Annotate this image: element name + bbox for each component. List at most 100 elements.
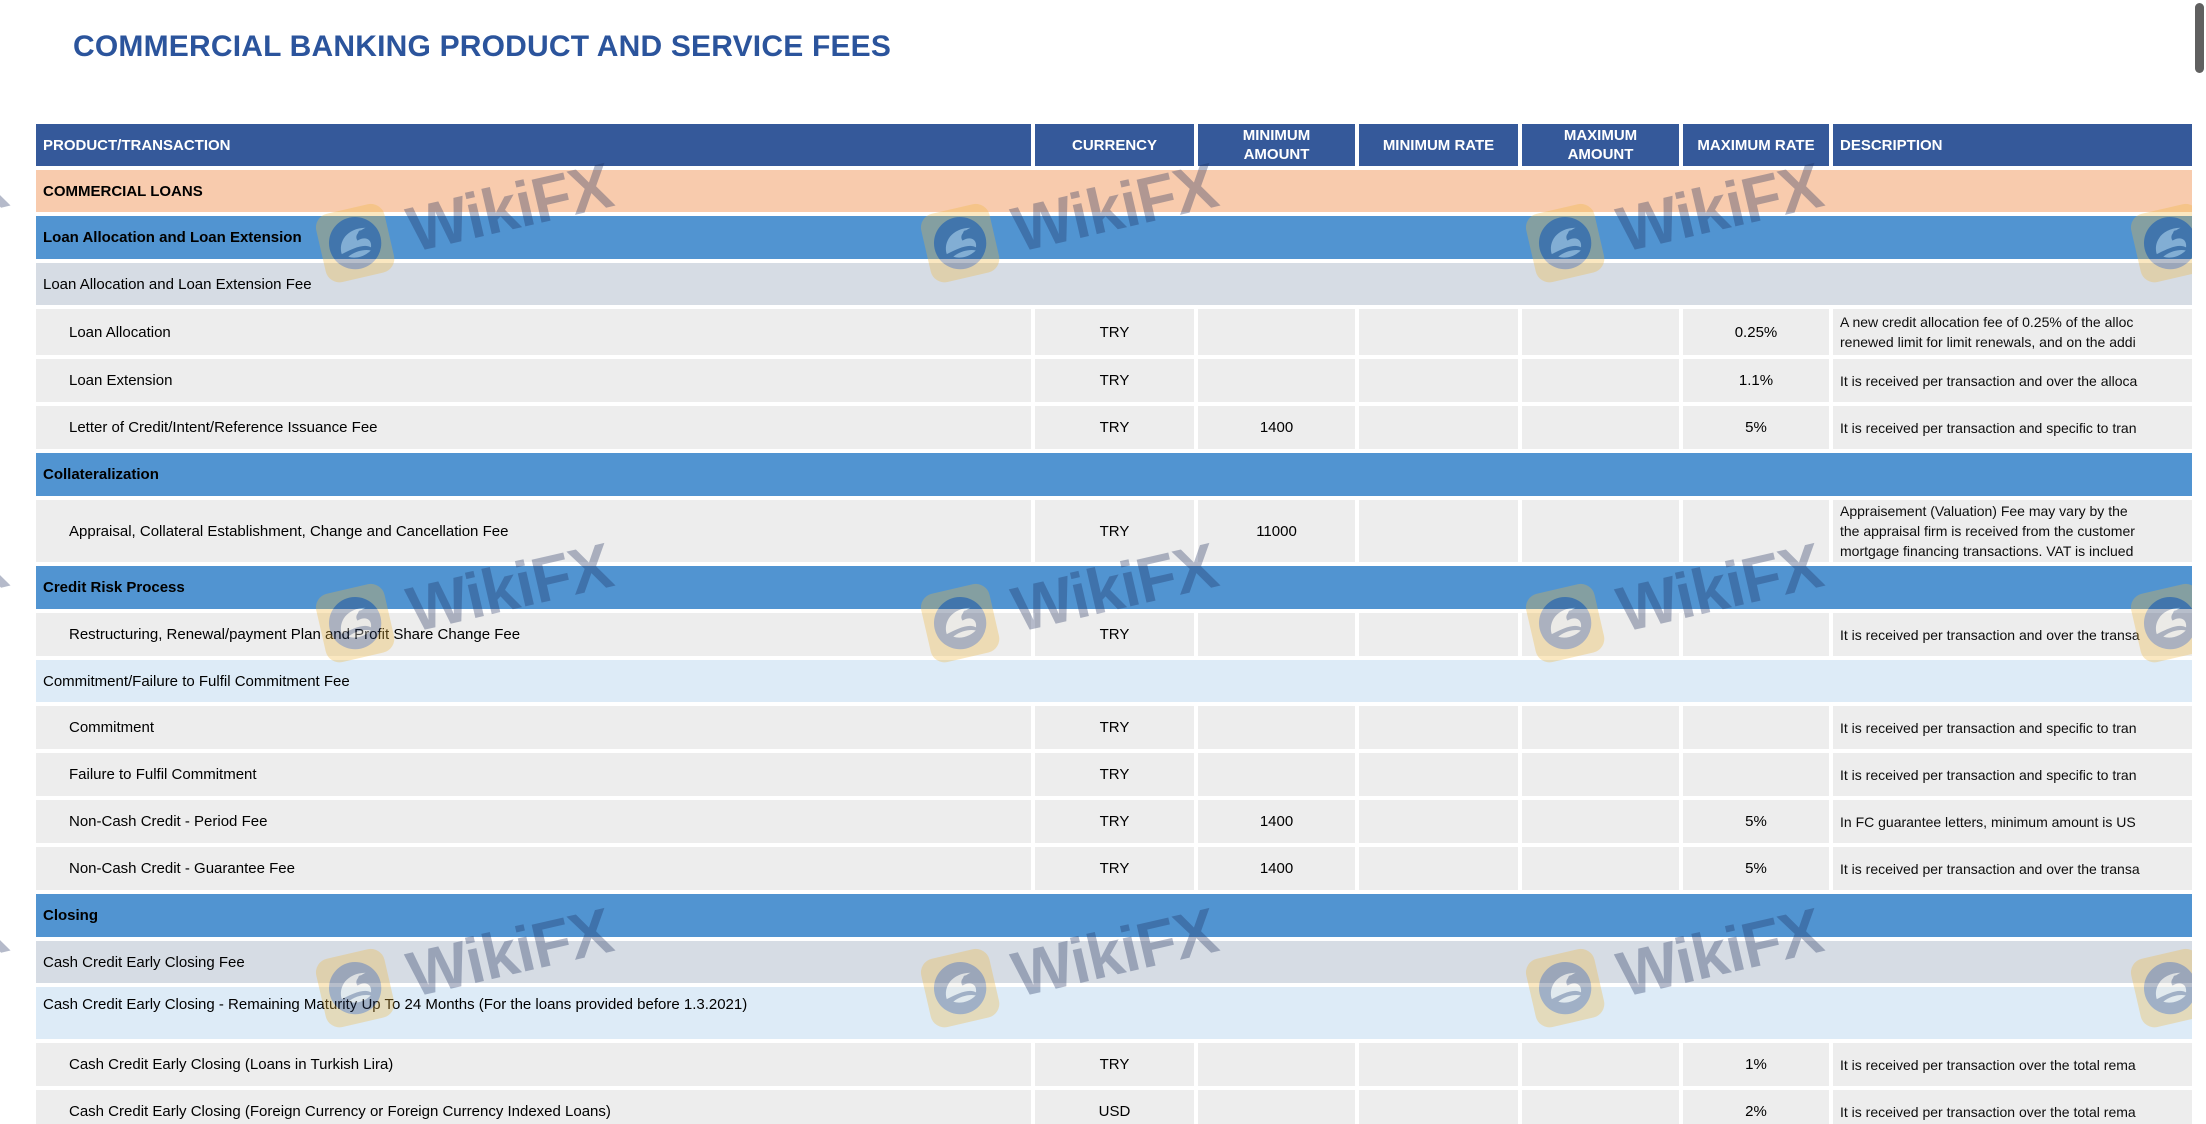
- cell-product: Loan Allocation: [36, 309, 1031, 355]
- cell-currency: TRY: [1035, 500, 1194, 562]
- table-row: Loan ExtensionTRY1.1%It is received per …: [36, 359, 2192, 402]
- header-cell-currency: CURRENCY: [1035, 124, 1194, 166]
- cell-min-amount: [1198, 1043, 1355, 1086]
- vertical-scrollbar: [2192, 0, 2206, 1110]
- cell-min-amount: 1400: [1198, 406, 1355, 449]
- cell-product: Letter of Credit/Intent/Reference Issuan…: [36, 406, 1031, 449]
- table-row: Failure to Fulfil CommitmentTRY It is rec…: [36, 753, 2192, 796]
- cell-max-amount: [1522, 613, 1679, 656]
- cell-min-rate: [1359, 309, 1518, 355]
- cell-min-rate: [1359, 500, 1518, 562]
- table-row: Restructuring, Renewal/payment Plan and …: [36, 613, 2192, 656]
- cell-description: It is received per transaction and speci…: [1833, 753, 2192, 796]
- section-row: Closing: [36, 894, 2192, 937]
- header-cell-min_rate: MINIMUM RATE: [1359, 124, 1518, 166]
- watermark: WikiFX: [0, 148, 14, 287]
- cell-max-rate: 5%: [1683, 406, 1829, 449]
- cell-description: A new credit allocation fee of 0.25% of …: [1833, 309, 2192, 355]
- watermark: WikiFX: [0, 893, 14, 1032]
- cell-min-amount: [1198, 359, 1355, 402]
- cell-max-amount: [1522, 406, 1679, 449]
- table-row: Letter of Credit/Intent/Reference Issuan…: [36, 406, 2192, 449]
- table-row: Non-Cash Credit - Guarantee FeeTRY14005%…: [36, 847, 2192, 890]
- cell-product: Appraisal, Collateral Establishment, Cha…: [36, 500, 1031, 562]
- cell-max-rate: 0.25%: [1683, 309, 1829, 355]
- cell-min-amount: 1400: [1198, 800, 1355, 843]
- cell-max-rate: 5%: [1683, 847, 1829, 890]
- cell-max-rate: 5%: [1683, 800, 1829, 843]
- cell-max-rate: [1683, 753, 1829, 796]
- cell-min-rate: [1359, 613, 1518, 656]
- header-cell-max_amount: MAXIMUM AMOUNT: [1522, 124, 1679, 166]
- cell-product: Cash Credit Early Closing (Foreign Curre…: [36, 1090, 1031, 1124]
- group-row: Loan Allocation and Loan Extension Fee: [36, 263, 2192, 305]
- cell-min-amount: [1198, 309, 1355, 355]
- cell-max-amount: [1522, 706, 1679, 749]
- table-body: COMMERCIAL LOANSLoan Allocation and Loan…: [36, 170, 2192, 1124]
- cell-max-amount: [1522, 359, 1679, 402]
- cell-description: It is received per transaction over the …: [1833, 1090, 2192, 1124]
- cell-currency: TRY: [1035, 753, 1194, 796]
- cell-min-amount: [1198, 1090, 1355, 1124]
- table-row: Loan AllocationTRY0.25%A new credit allo…: [36, 309, 2192, 355]
- cell-max-amount: [1522, 309, 1679, 355]
- watermark-brand-text: WikiFX: [0, 893, 14, 1012]
- cell-min-amount: [1198, 706, 1355, 749]
- header-cell-min_amount: MINIMUM AMOUNT: [1198, 124, 1355, 166]
- cell-currency: TRY: [1035, 706, 1194, 749]
- cell-max-amount: [1522, 800, 1679, 843]
- cell-description: It is received per transaction over the …: [1833, 1043, 2192, 1086]
- table-row: CommitmentTRY It is received per transact…: [36, 706, 2192, 749]
- cell-min-rate: [1359, 1090, 1518, 1124]
- scrollbar-thumb[interactable]: [2195, 3, 2204, 73]
- cell-max-amount: [1522, 753, 1679, 796]
- cell-min-rate: [1359, 753, 1518, 796]
- cell-max-amount: [1522, 1090, 1679, 1124]
- watermark: WikiFX: [0, 528, 14, 667]
- cell-max-amount: [1522, 500, 1679, 562]
- section-row: Loan Allocation and Loan Extension: [36, 216, 2192, 259]
- watermark-brand-text: WikiFX: [0, 528, 14, 647]
- cell-currency: TRY: [1035, 847, 1194, 890]
- cell-min-amount: 1400: [1198, 847, 1355, 890]
- cell-max-rate: 1%: [1683, 1043, 1829, 1086]
- header-cell-product: PRODUCT/TRANSACTION: [36, 124, 1031, 166]
- cell-description: It is received per transaction and over …: [1833, 613, 2192, 656]
- cell-currency: TRY: [1035, 800, 1194, 843]
- cell-product: Commitment: [36, 706, 1031, 749]
- table-row: Appraisal, Collateral Establishment, Cha…: [36, 500, 2192, 562]
- section-row: Collateralization: [36, 453, 2192, 496]
- cell-min-rate: [1359, 847, 1518, 890]
- fees-table: PRODUCT/TRANSACTIONCURRENCYMINIMUM AMOUN…: [36, 124, 2192, 1124]
- cell-description: In FC guarantee letters, minimum amount …: [1833, 800, 2192, 843]
- table-row: Cash Credit Early Closing (Foreign Curre…: [36, 1090, 2192, 1124]
- cell-currency: USD: [1035, 1090, 1194, 1124]
- cell-max-rate: 2%: [1683, 1090, 1829, 1124]
- cell-currency: TRY: [1035, 613, 1194, 656]
- cell-currency: TRY: [1035, 406, 1194, 449]
- table-row: Non-Cash Credit - Period FeeTRY14005%In …: [36, 800, 2192, 843]
- cell-product: Failure to Fulfil Commitment: [36, 753, 1031, 796]
- cell-description: Appraisement (Valuation) Fee may vary by…: [1833, 500, 2192, 562]
- cell-currency: TRY: [1035, 359, 1194, 402]
- cell-description: It is received per transaction and speci…: [1833, 706, 2192, 749]
- cell-max-amount: [1522, 847, 1679, 890]
- cell-min-rate: [1359, 359, 1518, 402]
- cell-max-rate: 1.1%: [1683, 359, 1829, 402]
- cell-max-rate: [1683, 613, 1829, 656]
- cell-min-rate: [1359, 406, 1518, 449]
- cell-product: Cash Credit Early Closing (Loans in Turk…: [36, 1043, 1031, 1086]
- cell-min-amount: [1198, 613, 1355, 656]
- section-row: COMMERCIAL LOANS: [36, 170, 2192, 212]
- cell-min-amount: [1198, 753, 1355, 796]
- header-cell-max_rate: MAXIMUM RATE: [1683, 124, 1829, 166]
- table-row: Cash Credit Early Closing (Loans in Turk…: [36, 1043, 2192, 1086]
- table-header-row: PRODUCT/TRANSACTIONCURRENCYMINIMUM AMOUN…: [36, 124, 2192, 166]
- cell-min-rate: [1359, 1043, 1518, 1086]
- cell-min-rate: [1359, 800, 1518, 843]
- cell-max-rate: [1683, 500, 1829, 562]
- cell-min-rate: [1359, 706, 1518, 749]
- page-title: COMMERCIAL BANKING PRODUCT AND SERVICE F…: [73, 30, 891, 64]
- watermark-brand-text: WikiFX: [0, 148, 14, 267]
- header-cell-description: DESCRIPTION: [1833, 124, 2192, 166]
